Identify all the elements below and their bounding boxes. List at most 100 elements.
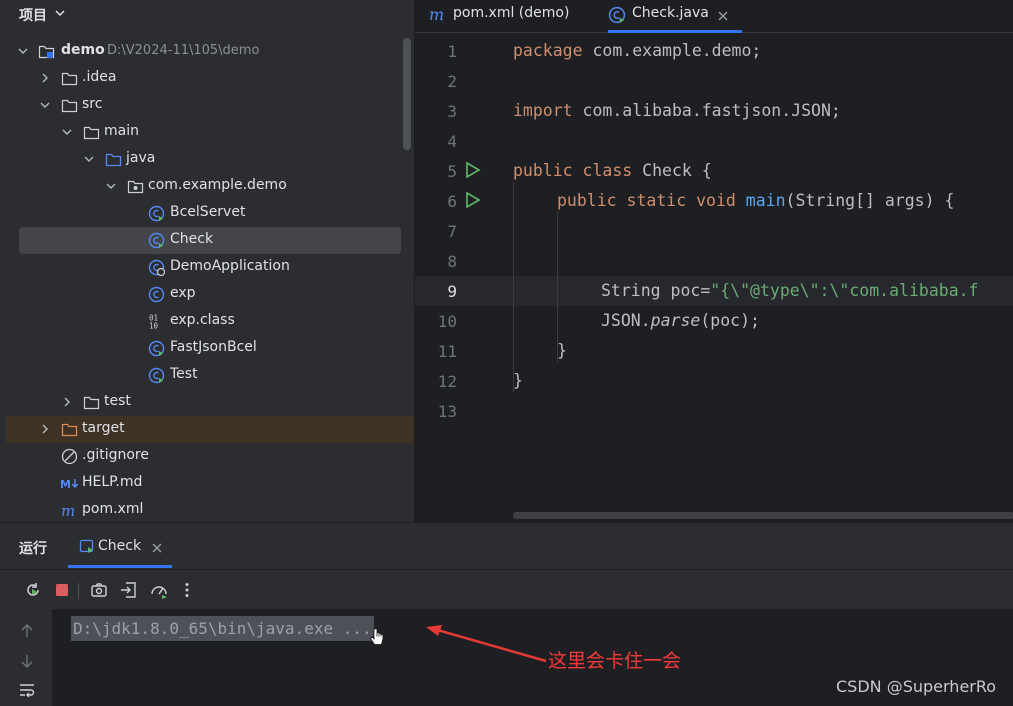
tab-label: pom.xml (demo)	[453, 5, 570, 21]
chevron-down-icon[interactable]	[18, 46, 28, 56]
tree-item-idea[interactable]: .idea	[0, 65, 414, 92]
chevron-right-icon[interactable]	[40, 424, 50, 434]
tree-item-label: src	[82, 96, 103, 112]
java-class-runnable-icon	[148, 205, 165, 222]
toolbar-separator	[78, 583, 79, 599]
code-area[interactable]: package com.example.demo; import com.ali…	[513, 33, 979, 390]
code-line-9: String poc="{\"@type\":\"com.alibaba.f	[601, 281, 979, 300]
close-icon[interactable]	[152, 543, 162, 553]
down-arrow-icon[interactable]	[18, 652, 36, 670]
tree-item-label: java	[126, 150, 156, 166]
editor-horizontal-scrollbar[interactable]	[513, 512, 1013, 519]
tree-item-label: exp	[170, 285, 196, 301]
java-class-icon	[148, 286, 165, 303]
code-line-12: }	[513, 371, 523, 390]
annotation-text: 这里会卡住一会	[548, 650, 682, 672]
chevron-down-icon[interactable]	[106, 181, 116, 191]
tree-item-label: DemoApplication	[170, 258, 290, 274]
line-number: 6	[447, 192, 457, 211]
module-folder-icon	[38, 45, 55, 59]
up-arrow-icon[interactable]	[18, 622, 36, 640]
line-number: 4	[447, 132, 457, 151]
code-text: }	[557, 341, 567, 360]
keyword: void	[696, 191, 736, 210]
line-number: 1	[447, 42, 457, 61]
project-header[interactable]: 项目	[0, 0, 414, 28]
tree-item-package[interactable]: com.example.demo	[0, 173, 414, 200]
tree-item-help-md[interactable]: M HELP.md	[0, 470, 414, 497]
tree-item-bcelservet[interactable]: BcelServet	[0, 200, 414, 227]
tree-item-pom-xml[interactable]: m pom.xml	[0, 497, 414, 522]
spring-boot-class-icon	[148, 259, 165, 276]
run-tab-check[interactable]: Check	[79, 532, 169, 562]
tree-item-fastjsonbcel[interactable]: FastJsonBcel	[0, 335, 414, 362]
line-number: 9	[447, 282, 457, 301]
tree-item-exp[interactable]: exp	[0, 281, 414, 308]
keyword: import	[513, 101, 573, 120]
tree-item-java[interactable]: java	[0, 146, 414, 173]
tree-item-src[interactable]: src	[0, 92, 414, 119]
restore-layout-icon[interactable]	[120, 581, 138, 599]
tree-item-label: exp.class	[170, 312, 235, 328]
tree-item-gitignore[interactable]: .gitignore	[0, 443, 414, 470]
folder-icon	[61, 72, 78, 86]
tree-item-demoapplication[interactable]: DemoApplication	[0, 254, 414, 281]
profiler-icon[interactable]	[150, 581, 168, 599]
line-number: 8	[447, 252, 457, 271]
code-text: JSON.	[601, 311, 651, 330]
chevron-right-icon[interactable]	[62, 397, 72, 407]
run-gutter-icon[interactable]	[465, 161, 481, 179]
tree-item-exp-class[interactable]: 01 10 exp.class	[0, 308, 414, 335]
tree-item-test-folder[interactable]: test	[0, 389, 414, 416]
line-number: 7	[447, 222, 457, 241]
tree-item-test-class[interactable]: Test	[0, 362, 414, 389]
line-number: 5	[447, 162, 457, 181]
tab-pom-xml[interactable]: m pom.xml (demo)	[429, 0, 589, 33]
close-icon[interactable]	[718, 11, 728, 21]
binary-file-icon: 0110	[149, 314, 159, 331]
line-number: 10	[437, 312, 457, 331]
tree-item-check[interactable]: Check	[19, 227, 401, 254]
tree-item-label: main	[104, 123, 139, 139]
rerun-icon[interactable]	[24, 581, 42, 599]
method-name: parse	[650, 311, 701, 330]
tab-label: Check.java	[632, 5, 709, 21]
code-editor[interactable]: m pom.xml (demo) Check.java 1 2 3 4 5 6 …	[414, 0, 1013, 522]
tree-item-target[interactable]: target	[6, 416, 414, 443]
project-path: D:\V2024-11\105\demo	[107, 43, 260, 58]
java-class-runnable-icon	[608, 6, 626, 24]
console-side-toolbar	[0, 609, 52, 706]
chevron-down-icon[interactable]	[62, 127, 72, 137]
maven-icon: m	[61, 502, 75, 519]
soft-wrap-icon[interactable]	[18, 681, 36, 699]
screenshot-icon[interactable]	[90, 581, 108, 599]
console-command-line[interactable]: D:\jdk1.8.0_65\bin\java.exe ...	[71, 616, 374, 641]
chevron-down-icon[interactable]	[84, 154, 94, 164]
run-config-icon	[79, 539, 94, 553]
run-gutter-icon[interactable]	[465, 191, 481, 209]
stop-icon[interactable]	[53, 581, 71, 599]
line-number: 13	[437, 402, 457, 421]
tree-item-label: test	[104, 393, 131, 409]
tree-item-demo[interactable]: demo D:\V2024-11\105\demo	[0, 38, 414, 65]
string-literal: "{\"@type\":\"com.alibaba.f	[710, 281, 979, 300]
keyword: public	[557, 191, 617, 210]
code-text: com.alibaba.fastjson.JSON;	[572, 101, 841, 120]
tree-item-main[interactable]: main	[0, 119, 414, 146]
chevron-right-icon[interactable]	[40, 73, 50, 83]
maven-icon: m	[429, 6, 444, 24]
excluded-folder-icon	[61, 423, 78, 437]
more-icon[interactable]	[178, 581, 196, 599]
source-folder-icon	[105, 153, 122, 167]
chevron-down-icon[interactable]	[54, 7, 66, 19]
keyword: package	[513, 41, 583, 60]
tree-item-label: pom.xml	[82, 501, 144, 517]
line-number: 3	[447, 102, 457, 121]
code-line-1: package com.example.demo;	[513, 41, 761, 60]
code-line-6: public static void main(String[] args) {	[557, 191, 954, 210]
tree-item-label: Test	[170, 366, 198, 382]
project-scrollbar[interactable]	[403, 38, 411, 150]
ignore-file-icon	[61, 448, 78, 465]
chevron-down-icon[interactable]	[40, 100, 50, 110]
folder-icon	[83, 126, 100, 140]
